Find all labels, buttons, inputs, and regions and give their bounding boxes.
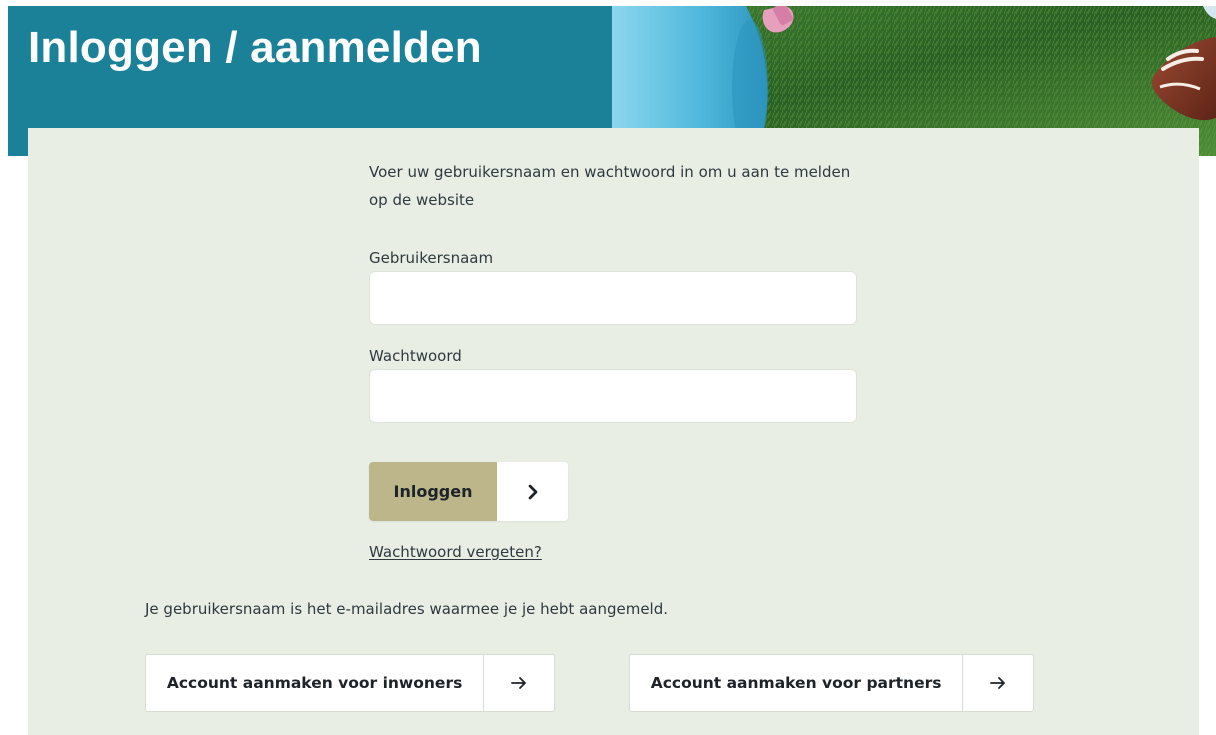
forgot-password-link[interactable]: Wachtwoord vergeten? [369,542,542,562]
login-card: Voer uw gebruikersnaam en wachtwoord in … [28,128,1199,735]
login-instructions: Voer uw gebruikersnaam en wachtwoord in … [369,163,851,209]
chevron-right-icon [497,462,568,521]
password-input[interactable] [369,369,857,423]
password-label: Wachtwoord [369,347,462,365]
create-resident-account-button[interactable]: Account aanmaken voor inwoners [145,654,555,712]
arrow-right-icon [963,655,1033,711]
username-help-text: Je gebruikersnaam is het e-mailadres waa… [145,600,669,618]
page-title: Inloggen / aanmelden [28,23,482,72]
username-label: Gebruikersnaam [369,249,494,267]
username-input[interactable] [369,271,857,325]
create-partner-account-button[interactable]: Account aanmaken voor partners [629,654,1034,712]
login-button[interactable]: Inloggen [369,462,568,521]
arrow-right-icon [484,655,554,711]
login-button-label: Inloggen [369,462,497,521]
create-partner-account-label: Account aanmaken voor partners [650,674,942,692]
create-resident-account-label: Account aanmaken voor inwoners [166,674,463,692]
